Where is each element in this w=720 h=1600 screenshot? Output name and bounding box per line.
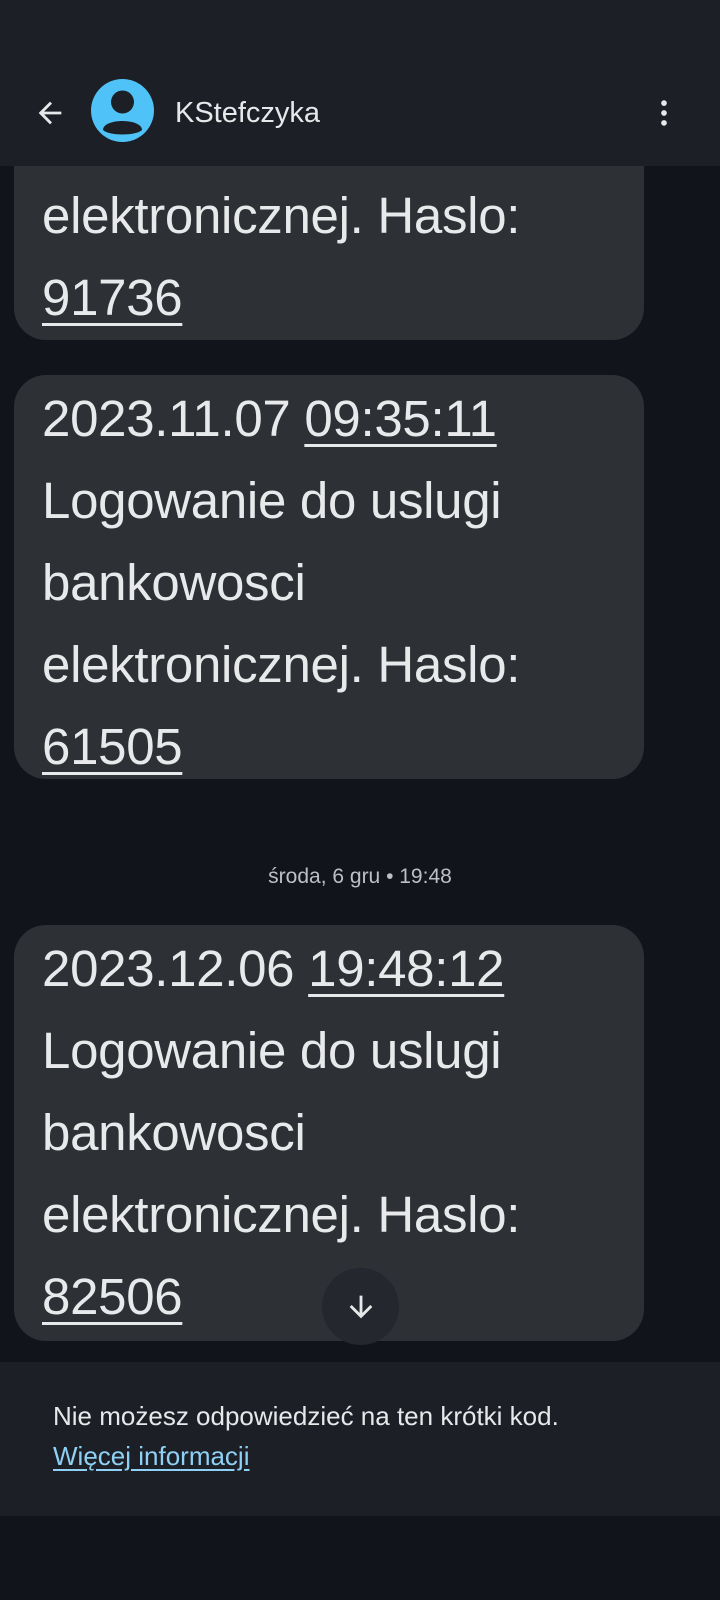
message-text-line: bankowosci [42, 1104, 306, 1161]
message-text-line: Logowanie do uslugi [42, 1022, 502, 1079]
contact-avatar[interactable] [91, 79, 154, 142]
more-vert-icon [661, 100, 667, 126]
more-options-button[interactable] [638, 87, 690, 139]
password-code[interactable]: 61505 [42, 718, 183, 775]
scroll-to-bottom-button[interactable] [322, 1268, 399, 1345]
message-text-line: elektronicznej. Haslo: [42, 636, 521, 693]
message-date: 2023.11.07 [42, 390, 291, 447]
messages-screen: KStefczyka elektronicznej. Haslo: 91736 … [0, 0, 720, 1600]
conversation-header: KStefczyka [0, 60, 720, 166]
message-bubble[interactable]: 2023.12.06 19:48:12 Logowanie do uslugi … [14, 925, 644, 1341]
short-code-notice: Nie możesz odpowiedzieć na ten krótki ko… [53, 1401, 559, 1431]
message-date: 2023.12.06 [42, 940, 295, 997]
password-code[interactable]: 82506 [42, 1268, 183, 1325]
reply-disabled-footer: Nie możesz odpowiedzieć na ten krótki ko… [0, 1362, 720, 1516]
message-bubble[interactable]: elektronicznej. Haslo: 91736 [14, 166, 644, 340]
message-thread[interactable]: elektronicznej. Haslo: 91736 2023.11.07 … [0, 166, 720, 1362]
contact-name[interactable]: KStefczyka [175, 93, 320, 133]
message-time-link[interactable]: 09:35:11 [304, 390, 497, 447]
date-separator: środa, 6 gru • 19:48 [268, 865, 452, 888]
message-text-line: bankowosci [42, 554, 306, 611]
arrow-down-icon [349, 1295, 372, 1318]
message-text-line: Logowanie do uslugi [42, 472, 502, 529]
arrow-back-icon [38, 101, 62, 125]
back-button[interactable] [24, 87, 76, 139]
more-info-link[interactable]: Więcej informacji [53, 1437, 250, 1475]
message-time-link[interactable]: 19:48:12 [308, 940, 504, 997]
message-text-line: elektronicznej. Haslo: [42, 1186, 521, 1243]
password-code[interactable]: 91736 [42, 269, 183, 326]
message-text-line: elektronicznej. Haslo: [42, 187, 521, 244]
message-bubble[interactable]: 2023.11.07 09:35:11 Logowanie do uslugi … [14, 375, 644, 779]
person-icon [103, 90, 142, 135]
status-bar [0, 0, 720, 60]
navigation-bar [0, 1516, 720, 1600]
